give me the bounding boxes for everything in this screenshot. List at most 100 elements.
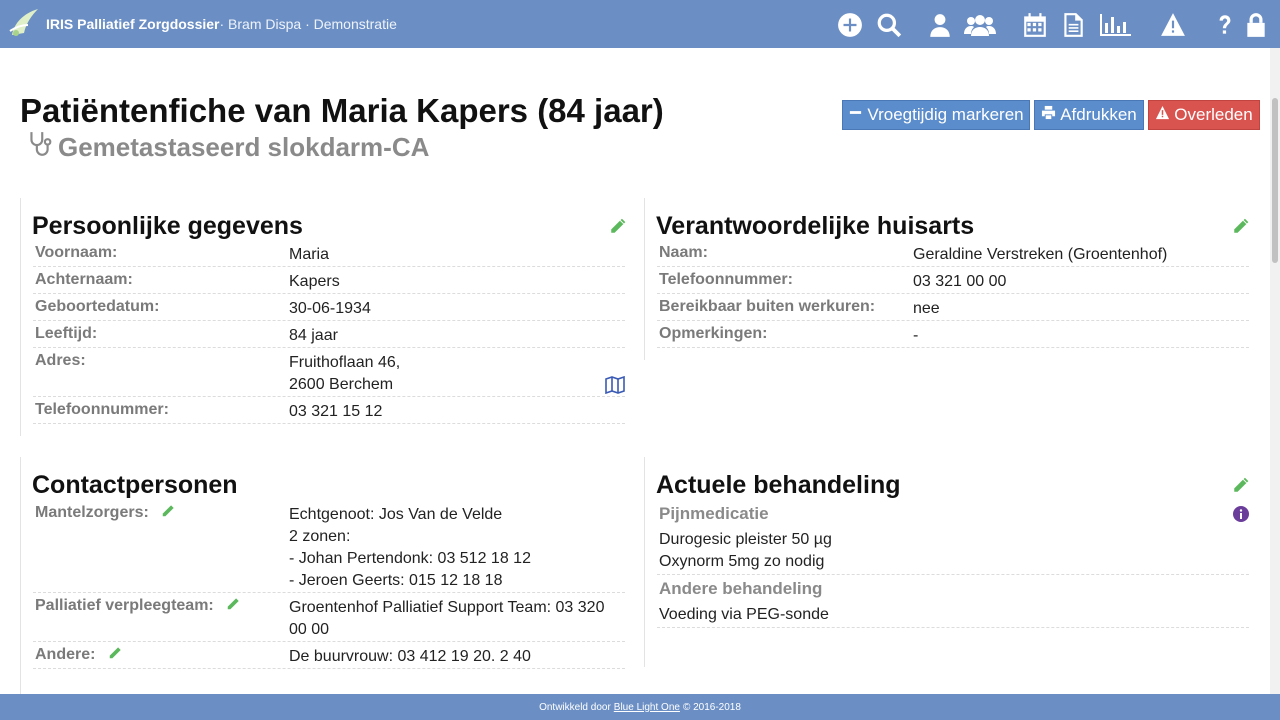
calendar-icon[interactable] <box>1022 12 1048 38</box>
address-line-1: Fruithoflaan 46, <box>289 354 401 371</box>
vertical-scrollbar[interactable] <box>1270 48 1280 694</box>
footer-link[interactable]: Blue Light One <box>614 702 680 713</box>
deceased-button[interactable]: Overleden <box>1148 100 1260 130</box>
treatment-heading: Actuele behandeling <box>656 471 901 499</box>
row-label: Opmerkingen: <box>659 325 768 342</box>
gp-row-after-hours: Bereikbaar buiten werkuren: nee <box>657 294 1249 321</box>
row-label: Telefoonnummer: <box>659 271 793 288</box>
treatment-item: Voeding via PEG-sonde <box>659 606 829 623</box>
row-value: De buurvrouw: 03 412 19 20. 2 40 <box>289 646 531 668</box>
question-icon[interactable] <box>1212 12 1238 38</box>
address-line-2: 2600 Berchem <box>289 376 394 393</box>
contacts-heading: Contactpersonen <box>32 471 238 499</box>
contacts-panel: Contactpersonen Mantelzorgers: Echtgenoo… <box>20 457 632 694</box>
row-value: Geraldine Verstreken (Groentenhof) <box>913 246 1168 263</box>
row-label: Adres: <box>35 352 86 369</box>
palliative-team-line: Groentenhof Palliatief Support Team: 03 … <box>289 599 605 616</box>
user-icon[interactable] <box>927 12 953 38</box>
personal-row-lastname: Achternaam: Kapers <box>33 267 625 294</box>
row-label: Mantelzorgers: <box>35 504 175 522</box>
row-label: Leeftijd: <box>35 325 98 342</box>
footer-suffix: © 2016-2018 <box>682 701 741 713</box>
lock-icon[interactable] <box>1243 12 1269 38</box>
brand[interactable]: IRIS Palliatief Zorgdossier · Bram Dispa… <box>6 6 397 42</box>
warning-icon[interactable] <box>1160 12 1186 38</box>
treatment-panel: Actuele behandeling Pijnmedicatie Duroge… <box>644 457 1256 667</box>
minus-icon <box>848 105 867 125</box>
personal-row-age: Leeftijd: 84 jaar <box>33 321 625 348</box>
print-icon <box>1041 105 1060 125</box>
row-label: Naam: <box>659 244 708 261</box>
edit-gp-pencil-icon[interactable] <box>1232 217 1250 235</box>
print-button[interactable]: Afdrukken <box>1034 100 1144 130</box>
plus-circle-icon[interactable] <box>837 12 863 38</box>
caregiver-line: Echtgenoot: Jos Van de Velde <box>289 506 503 523</box>
mark-early-button[interactable]: Vroegtijdig markeren <box>842 100 1030 130</box>
diagnosis: Gemetastaseerd slokdarm-CA <box>26 130 429 165</box>
palliative-team-line: 00 00 <box>289 621 330 638</box>
other-treatment-heading: Andere behandeling <box>659 579 823 598</box>
caregivers-label: Mantelzorgers: <box>35 504 149 521</box>
app-title: IRIS Palliatief Zorgdossier <box>46 16 220 32</box>
personal-row-phone: Telefoonnummer: 03 321 15 12 <box>33 397 625 424</box>
row-value: Echtgenoot: Jos Van de Velde 2 zonen: - … <box>289 504 531 592</box>
row-label: Bereikbaar buiten werkuren: <box>659 298 876 315</box>
contacts-row-other: Andere: De buurvrouw: 03 412 19 20. 2 40 <box>33 642 625 669</box>
row-value: 03 321 00 00 <box>913 273 1007 290</box>
row-value: 03 321 15 12 <box>289 403 383 420</box>
other-treatment-list: Voeding via PEG-sonde <box>659 604 829 626</box>
other-line: De buurvrouw: 03 412 19 20. 2 40 <box>289 648 531 665</box>
personal-row-address: Adres: Fruithoflaan 46, 2600 Berchem <box>33 348 625 397</box>
print-label: Afdrukken <box>1060 105 1137 124</box>
caregiver-line: - Jeroen Geerts: 015 12 18 18 <box>289 572 503 589</box>
page-title: Patiëntenfiche van Maria Kapers (84 jaar… <box>20 92 664 129</box>
bar-chart-icon[interactable] <box>1099 12 1131 38</box>
medication-item: Durogesic pleister 50 µg <box>659 531 832 548</box>
top-navbar: IRIS Palliatief Zorgdossier · Bram Dispa… <box>0 0 1280 48</box>
row-label: Voornaam: <box>35 244 118 261</box>
edit-caregivers-pencil-icon[interactable] <box>161 504 175 518</box>
pain-medication-heading: Pijnmedicatie <box>659 504 769 523</box>
row-label: Andere: <box>35 646 122 664</box>
divider <box>657 574 1249 575</box>
diagnosis-text: Gemetastaseerd slokdarm-CA <box>58 132 430 162</box>
edit-palliative-team-pencil-icon[interactable] <box>226 597 240 611</box>
caregiver-line: - Johan Pertendonk: 03 512 18 12 <box>289 550 531 567</box>
stethoscope-icon <box>26 130 58 165</box>
gp-row-remarks: Opmerkingen: - <box>657 321 1249 348</box>
row-value: Kapers <box>289 273 340 290</box>
contacts-row-caregivers: Mantelzorgers: Echtgenoot: Jos Van de Ve… <box>33 500 625 593</box>
gp-heading: Verantwoordelijke huisarts <box>656 212 975 240</box>
app-subtitle: · Bram Dispa · Demonstratie <box>219 16 397 32</box>
row-value: Groentenhof Palliatief Support Team: 03 … <box>289 597 604 641</box>
mark-early-label: Vroegtijdig markeren <box>867 105 1024 124</box>
row-label: Telefoonnummer: <box>35 401 169 418</box>
personal-row-birthdate: Geboortedatum: 30-06-1934 <box>33 294 625 321</box>
pain-medication-list: Durogesic pleister 50 µg Oxynorm 5mg zo … <box>659 529 832 573</box>
gp-row-name: Naam: Geraldine Verstreken (Groentenhof) <box>657 240 1249 267</box>
edit-other-pencil-icon[interactable] <box>108 646 122 660</box>
edit-personal-pencil-icon[interactable] <box>609 217 627 235</box>
palliative-team-label: Palliatief verpleegteam: <box>35 597 214 614</box>
iris-logo-icon <box>6 5 46 44</box>
footer: Ontwikkeld door Blue Light One © 2016-20… <box>0 694 1280 720</box>
row-label: Achternaam: <box>35 271 133 288</box>
row-label: Palliatief verpleegteam: <box>35 597 240 615</box>
gp-panel: Verantwoordelijke huisarts Naam: Geraldi… <box>644 198 1256 360</box>
search-icon[interactable] <box>876 12 902 38</box>
footer-prefix: Ontwikkeld door <box>539 701 611 713</box>
row-label: Geboortedatum: <box>35 298 160 315</box>
map-icon[interactable] <box>605 375 625 395</box>
personal-details-heading: Persoonlijke gegevens <box>32 212 303 240</box>
users-icon[interactable] <box>964 12 996 38</box>
edit-treatment-pencil-icon[interactable] <box>1232 476 1250 494</box>
row-value: 30-06-1934 <box>289 300 371 317</box>
row-value: Maria <box>289 246 330 263</box>
document-icon[interactable] <box>1060 12 1086 38</box>
gp-row-phone: Telefoonnummer: 03 321 00 00 <box>657 267 1249 294</box>
scrollbar-thumb[interactable] <box>1272 98 1278 263</box>
divider <box>657 627 1249 628</box>
deceased-label: Overleden <box>1174 105 1253 124</box>
row-value: 84 jaar <box>289 327 338 344</box>
info-icon[interactable] <box>1233 506 1249 522</box>
